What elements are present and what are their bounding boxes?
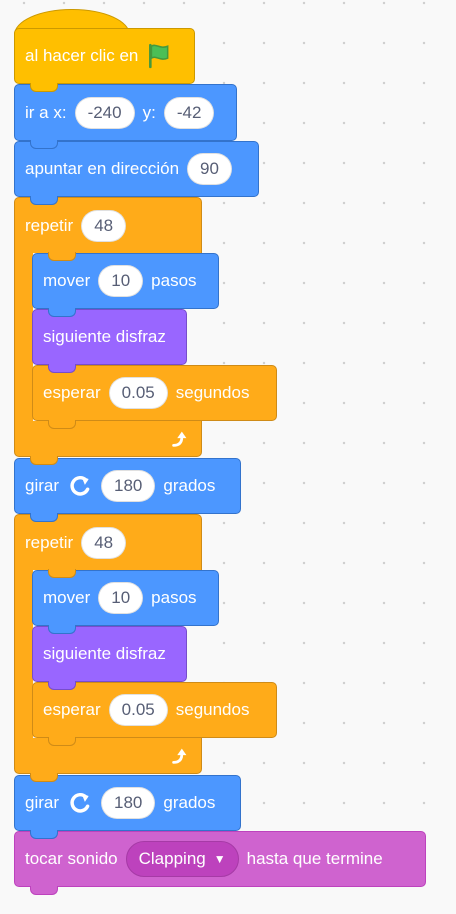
play-sound-suffix: hasta que termine <box>246 849 383 868</box>
repeat-label: repetir <box>25 532 74 552</box>
y-label: y: <box>142 102 156 122</box>
repeat-1-foot <box>14 421 202 457</box>
when-flag-clicked-block[interactable]: al hacer clic en <box>14 28 195 84</box>
steps-input[interactable]: 10 <box>98 265 144 297</box>
repeat-times-input[interactable]: 48 <box>81 526 127 559</box>
connector-notch <box>30 456 58 465</box>
wait-label: esperar <box>43 383 101 402</box>
turn-label: girar <box>25 793 60 812</box>
loop-arrow-icon <box>169 745 191 767</box>
x-input[interactable]: -240 <box>74 96 135 129</box>
connector-notch <box>48 681 76 690</box>
sound-dropdown[interactable]: Clapping ▼ <box>125 841 239 877</box>
rotate-right-icon <box>67 473 93 499</box>
turn-label: girar <box>25 476 60 495</box>
steps-unit-label: pasos <box>151 271 197 290</box>
go-to-label: ir a x: <box>25 102 67 122</box>
wait-unit-label: segundos <box>175 700 250 719</box>
green-flag-icon <box>146 43 172 69</box>
next-costume-label: siguiente disfraz <box>43 327 166 346</box>
when-flag-label: al hacer clic en <box>25 46 139 65</box>
sound-dropdown-value: Clapping <box>138 849 206 868</box>
next-costume-block[interactable]: siguiente disfraz <box>32 626 187 682</box>
degrees-input[interactable]: 180 <box>101 470 156 502</box>
connector-notch <box>30 513 58 522</box>
connector-notch <box>30 886 58 895</box>
connector-notch <box>30 773 58 782</box>
go-to-xy-block[interactable]: ir a x: -240 y: -42 <box>14 84 237 141</box>
connector-notch <box>48 569 76 578</box>
repeat-block-1[interactable]: repetir 48 <box>14 197 202 253</box>
turn-right-block[interactable]: girar 180 grados <box>14 775 241 831</box>
connector-notch <box>48 625 76 634</box>
wait-seconds-input[interactable]: 0.05 <box>108 377 168 409</box>
connector-notch <box>48 737 76 746</box>
connector-notch <box>48 252 76 261</box>
loop-arrow-icon <box>169 428 191 450</box>
wait-block[interactable]: esperar 0.05 segundos <box>32 682 277 738</box>
repeat-times-input[interactable]: 48 <box>81 209 127 242</box>
connector-notch <box>30 196 58 205</box>
connector-notch <box>30 830 58 839</box>
steps-unit-label: pasos <box>151 588 197 607</box>
next-costume-label: siguiente disfraz <box>43 644 166 663</box>
repeat-1-arm <box>14 252 33 422</box>
rotate-right-icon <box>67 790 93 816</box>
repeat-2-foot <box>14 738 202 774</box>
connector-notch <box>48 308 76 317</box>
connector-notch <box>48 364 76 373</box>
move-label: mover <box>43 588 91 607</box>
direction-input[interactable]: 90 <box>187 153 232 185</box>
degrees-unit-label: grados <box>163 793 216 812</box>
repeat-label: repetir <box>25 215 74 235</box>
play-sound-until-done-block[interactable]: tocar sonido Clapping ▼ hasta que termin… <box>14 831 426 887</box>
point-direction-label: apuntar en dirección <box>25 159 180 178</box>
wait-block[interactable]: esperar 0.05 segundos <box>32 365 277 421</box>
repeat-block-2[interactable]: repetir 48 <box>14 514 202 570</box>
connector-notch <box>30 140 58 149</box>
steps-input[interactable]: 10 <box>98 582 144 614</box>
point-direction-block[interactable]: apuntar en dirección 90 <box>14 141 259 197</box>
wait-seconds-input[interactable]: 0.05 <box>108 694 168 726</box>
wait-unit-label: segundos <box>175 383 250 402</box>
connector-notch <box>30 83 58 92</box>
move-label: mover <box>43 271 91 290</box>
chevron-down-icon: ▼ <box>213 852 226 866</box>
connector-notch <box>48 420 76 429</box>
next-costume-block[interactable]: siguiente disfraz <box>32 309 187 365</box>
turn-right-block[interactable]: girar 180 grados <box>14 458 241 514</box>
wait-label: esperar <box>43 700 101 719</box>
move-steps-block[interactable]: mover 10 pasos <box>32 570 219 626</box>
y-input[interactable]: -42 <box>163 96 215 129</box>
degrees-input[interactable]: 180 <box>101 787 156 819</box>
move-steps-block[interactable]: mover 10 pasos <box>32 253 219 309</box>
repeat-2-arm <box>14 569 33 739</box>
play-sound-label: tocar sonido <box>25 849 118 868</box>
degrees-unit-label: grados <box>163 476 216 495</box>
